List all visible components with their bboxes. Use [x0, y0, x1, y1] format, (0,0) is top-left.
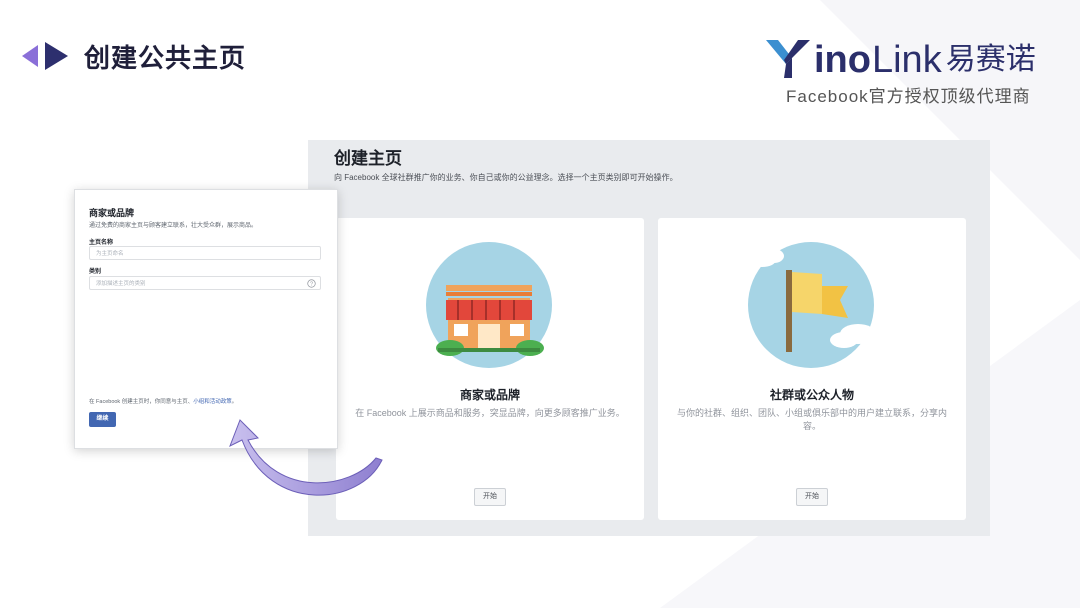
card-title: 商家或品牌	[459, 388, 520, 402]
logo-brand-light: Link	[871, 39, 942, 81]
community-public-figure-card[interactable]: 社群或公众人物 与你的社群、组织、团队、小组或俱乐部中的用户建立联系，分享内容。…	[658, 218, 966, 520]
footer-text: 在 Facebook 创建主页时，你同意与主页、	[89, 399, 194, 405]
help-icon[interactable]: ?	[307, 279, 316, 288]
create-page-heading: 创建主页	[334, 149, 402, 168]
logo-tagline: Facebook官方授权顶级代理商	[786, 87, 1031, 106]
yinolink-y-logo-icon	[766, 40, 810, 78]
curved-arrow-icon	[229, 419, 383, 496]
start-button[interactable]: 开始	[474, 488, 506, 506]
form-footer: 在 Facebook 创建主页时，你同意与主页、小组和活动政策。	[89, 397, 237, 405]
triangle-arrows-icon	[22, 42, 68, 70]
start-button[interactable]: 开始	[796, 488, 828, 506]
logo-brand-cn: 易赛诺	[945, 42, 1036, 77]
slide-title: 创建公共主页	[84, 43, 247, 73]
storefront-icon	[426, 242, 552, 368]
footer-end: 。	[231, 399, 238, 405]
svg-text:?: ?	[310, 281, 313, 287]
form-title: 商家或品牌	[89, 208, 135, 218]
business-form-popup: 商家或品牌 通过免费的商家主页与顾客建立联系，壮大受众群，展示商品。 主页名称 …	[74, 189, 338, 449]
logo-brand-bold: ino	[814, 39, 871, 81]
card-description: 在 Facebook 上展示商品和服务，突显品牌，向更多顾客推广业务。	[355, 408, 625, 418]
category-label: 类别	[89, 269, 102, 275]
policy-link[interactable]: 小组和活动政策	[193, 399, 232, 405]
card-title: 社群或公众人物	[769, 388, 854, 402]
category-input[interactable]: 添加描述主页的类别 ?	[89, 276, 321, 290]
card-description: 与你的社群、组织、团队、小组或俱乐部中的用户建立联系，分享内容。	[676, 408, 947, 431]
brand-logo: ino Link 易赛诺 Facebook官方授权顶级代理商	[766, 30, 1062, 106]
page-name-input[interactable]: 为主页命名	[89, 246, 321, 260]
page-name-label: 主页名称	[89, 240, 114, 246]
flag-icon	[748, 242, 876, 368]
form-subtitle: 通过免费的商家主页与顾客建立联系，壮大受众群，展示商品。	[89, 223, 258, 229]
category-placeholder: 添加描述主页的类别	[96, 281, 146, 287]
continue-button[interactable]: 继续	[89, 412, 116, 427]
create-page-description: 向 Facebook 全球社群推广你的业务、你自己或你的公益理念。选择一个主页类…	[334, 173, 678, 182]
